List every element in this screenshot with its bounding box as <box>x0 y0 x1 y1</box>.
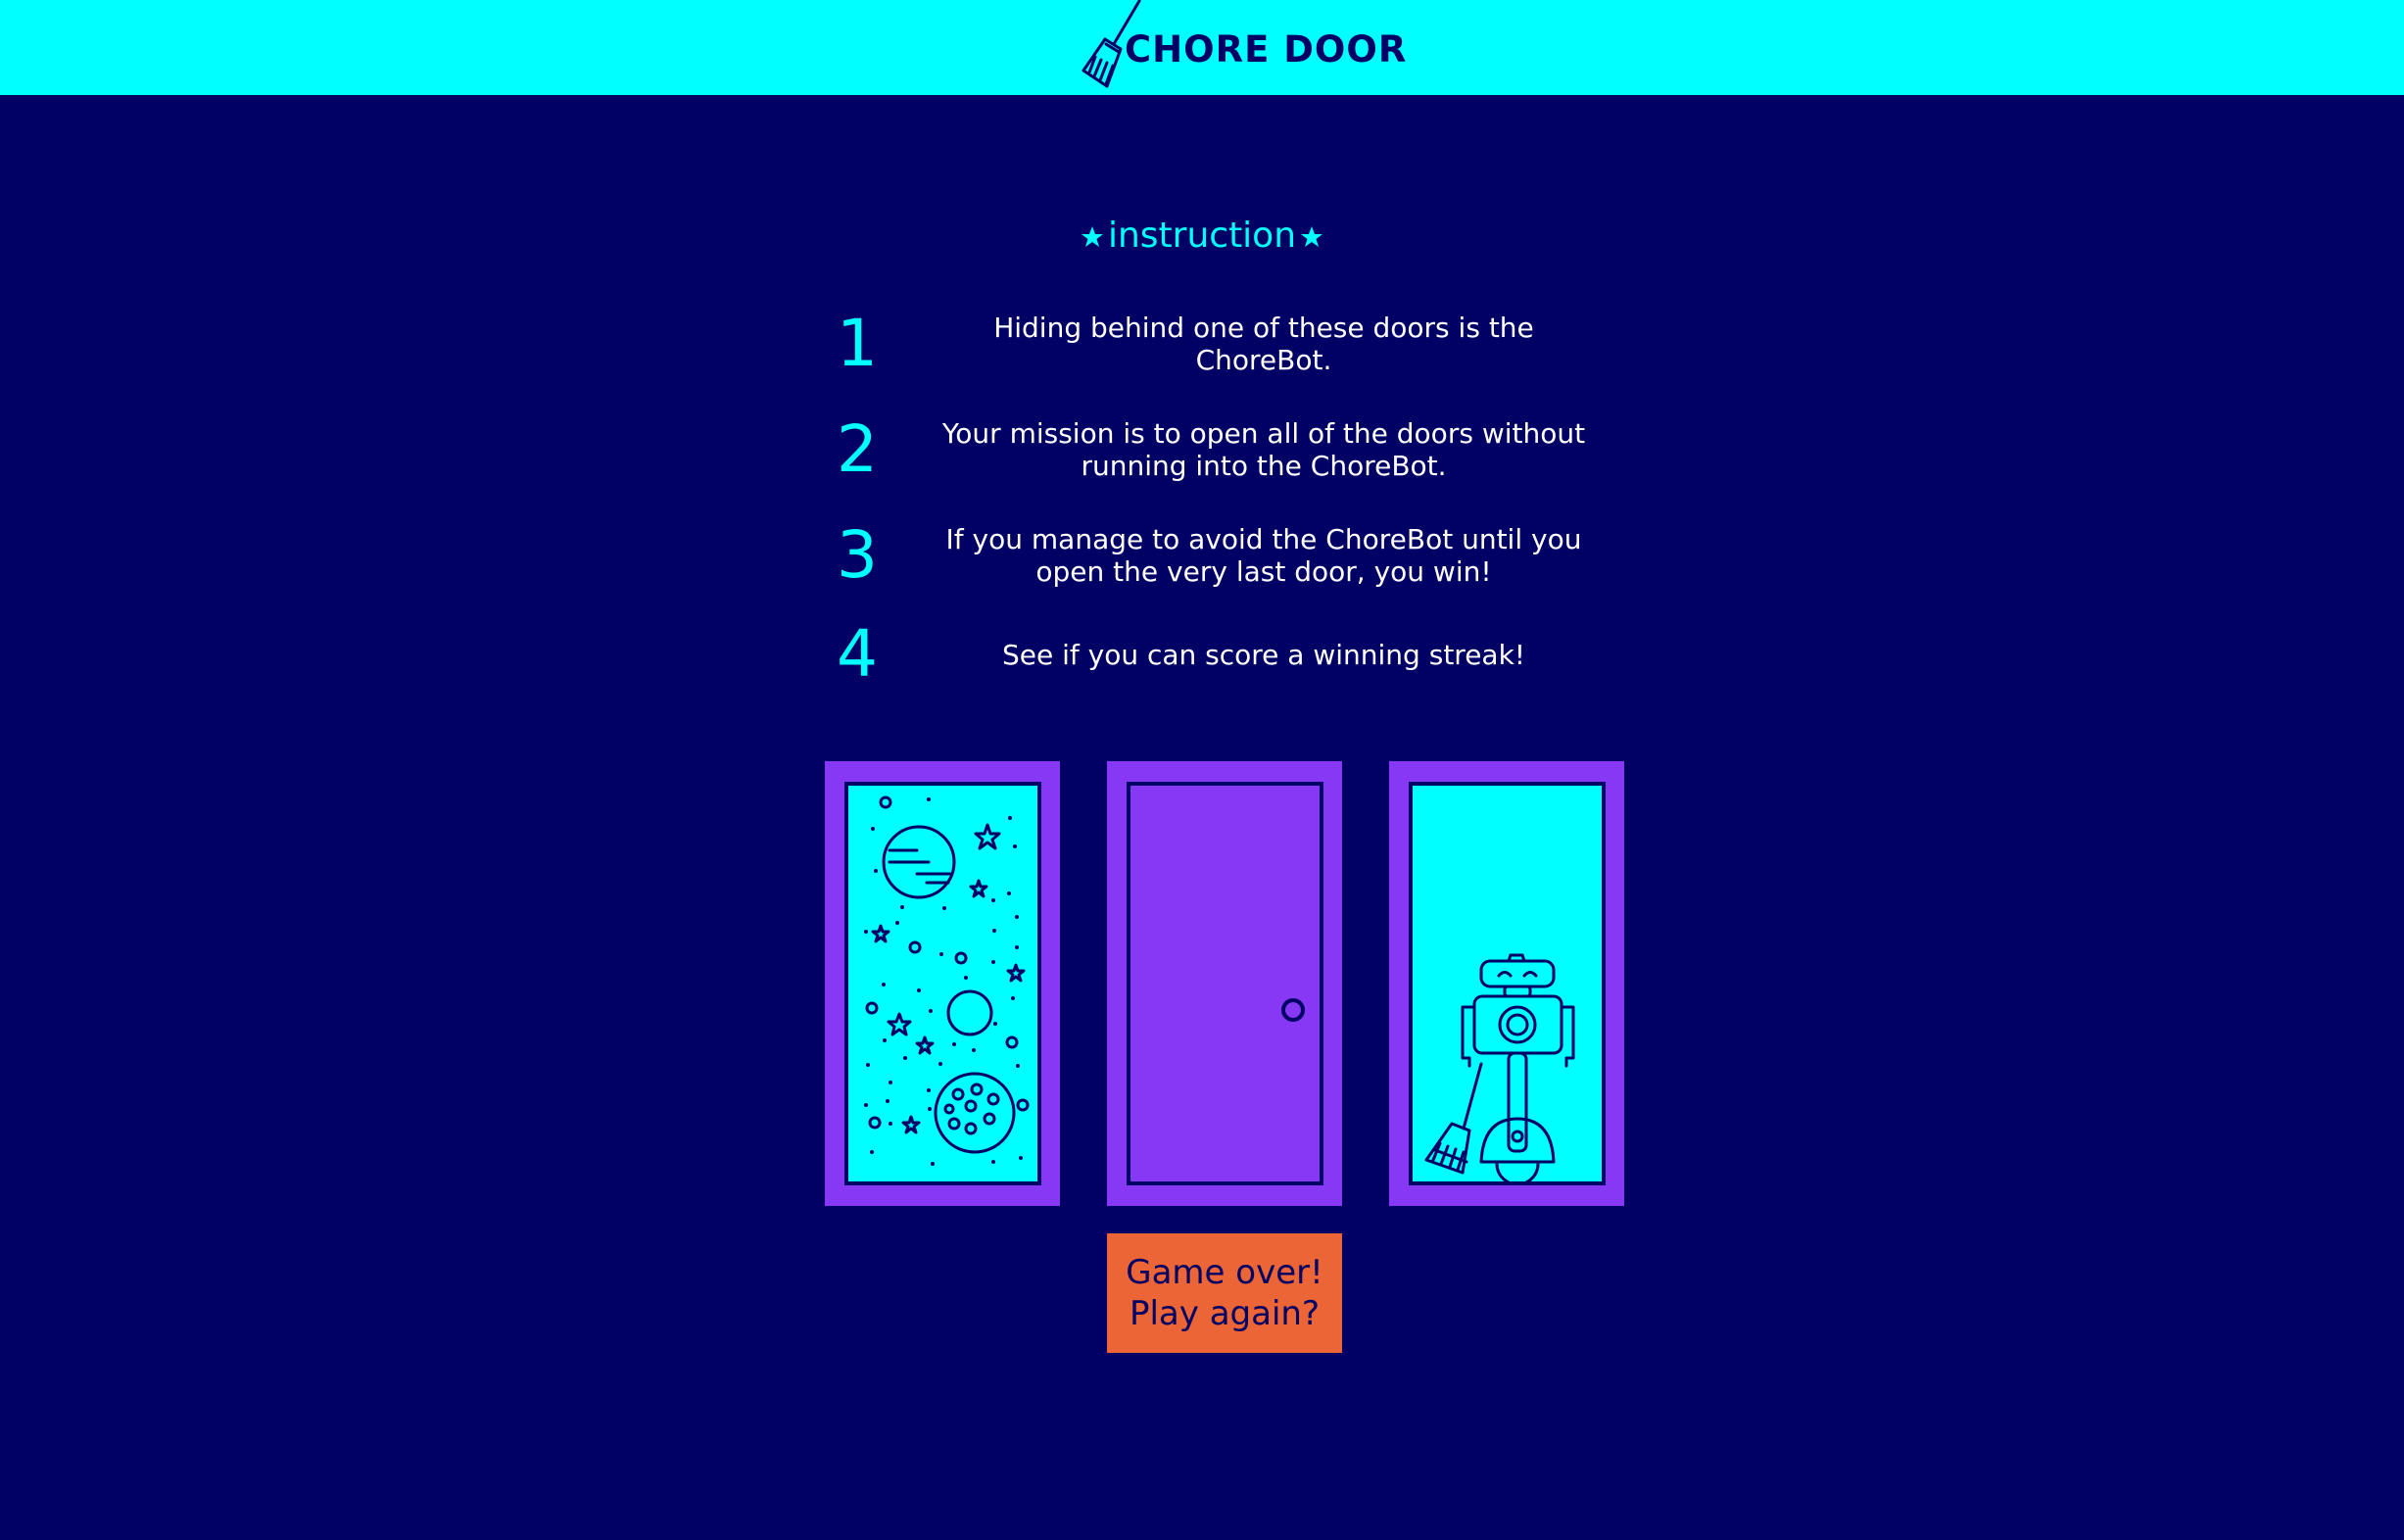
door-knob-icon <box>1281 998 1305 1022</box>
play-again-line-1: Game over! <box>1126 1253 1323 1292</box>
instruction-text: See if you can score a winning streak! <box>1001 638 1526 671</box>
instruction-row: 4 See if you can score a winning streak! <box>803 610 1587 698</box>
instructions-title: instruction <box>1055 210 1349 263</box>
instructions-title-text: instruction <box>1107 216 1297 256</box>
app-title: CHORE DOOR <box>1125 28 1408 71</box>
star-icon <box>1081 225 1104 249</box>
header-bar: CHORE DOOR <box>0 0 2404 95</box>
instruction-text: Your mission is to open all of the doors… <box>941 417 1586 482</box>
instruction-text: Hiding behind one of these doors is the … <box>993 312 1534 376</box>
door-1[interactable] <box>825 761 1060 1206</box>
instruction-number: 2 <box>837 411 878 487</box>
instruction-row: 2 Your mission is to open all of the doo… <box>803 406 1587 494</box>
instruction-number: 4 <box>837 616 878 692</box>
chorebot-icon <box>1424 953 1575 1181</box>
page: CHORE DOOR instruction 1 Hiding behind o… <box>0 0 2404 1540</box>
instruction-number: 3 <box>837 517 878 593</box>
instruction-number: 1 <box>837 306 878 381</box>
instruction-row: 3 If you manage to avoid the ChoreBot un… <box>803 511 1587 600</box>
play-again-button[interactable]: Game over! Play again? <box>1107 1233 1342 1353</box>
door-3-content <box>1409 782 1606 1185</box>
door-2[interactable] <box>1107 761 1342 1206</box>
door-3[interactable] <box>1389 761 1624 1206</box>
space-icon <box>864 795 1030 1166</box>
instruction-row: 1 Hiding behind one of these doors is th… <box>803 300 1587 388</box>
play-again-line-2: Play again? <box>1129 1294 1320 1333</box>
instruction-text: If you manage to avoid the ChoreBot unti… <box>945 523 1582 588</box>
door-2-closed <box>1127 782 1323 1185</box>
door-1-content <box>844 782 1041 1185</box>
star-icon <box>1300 225 1323 249</box>
